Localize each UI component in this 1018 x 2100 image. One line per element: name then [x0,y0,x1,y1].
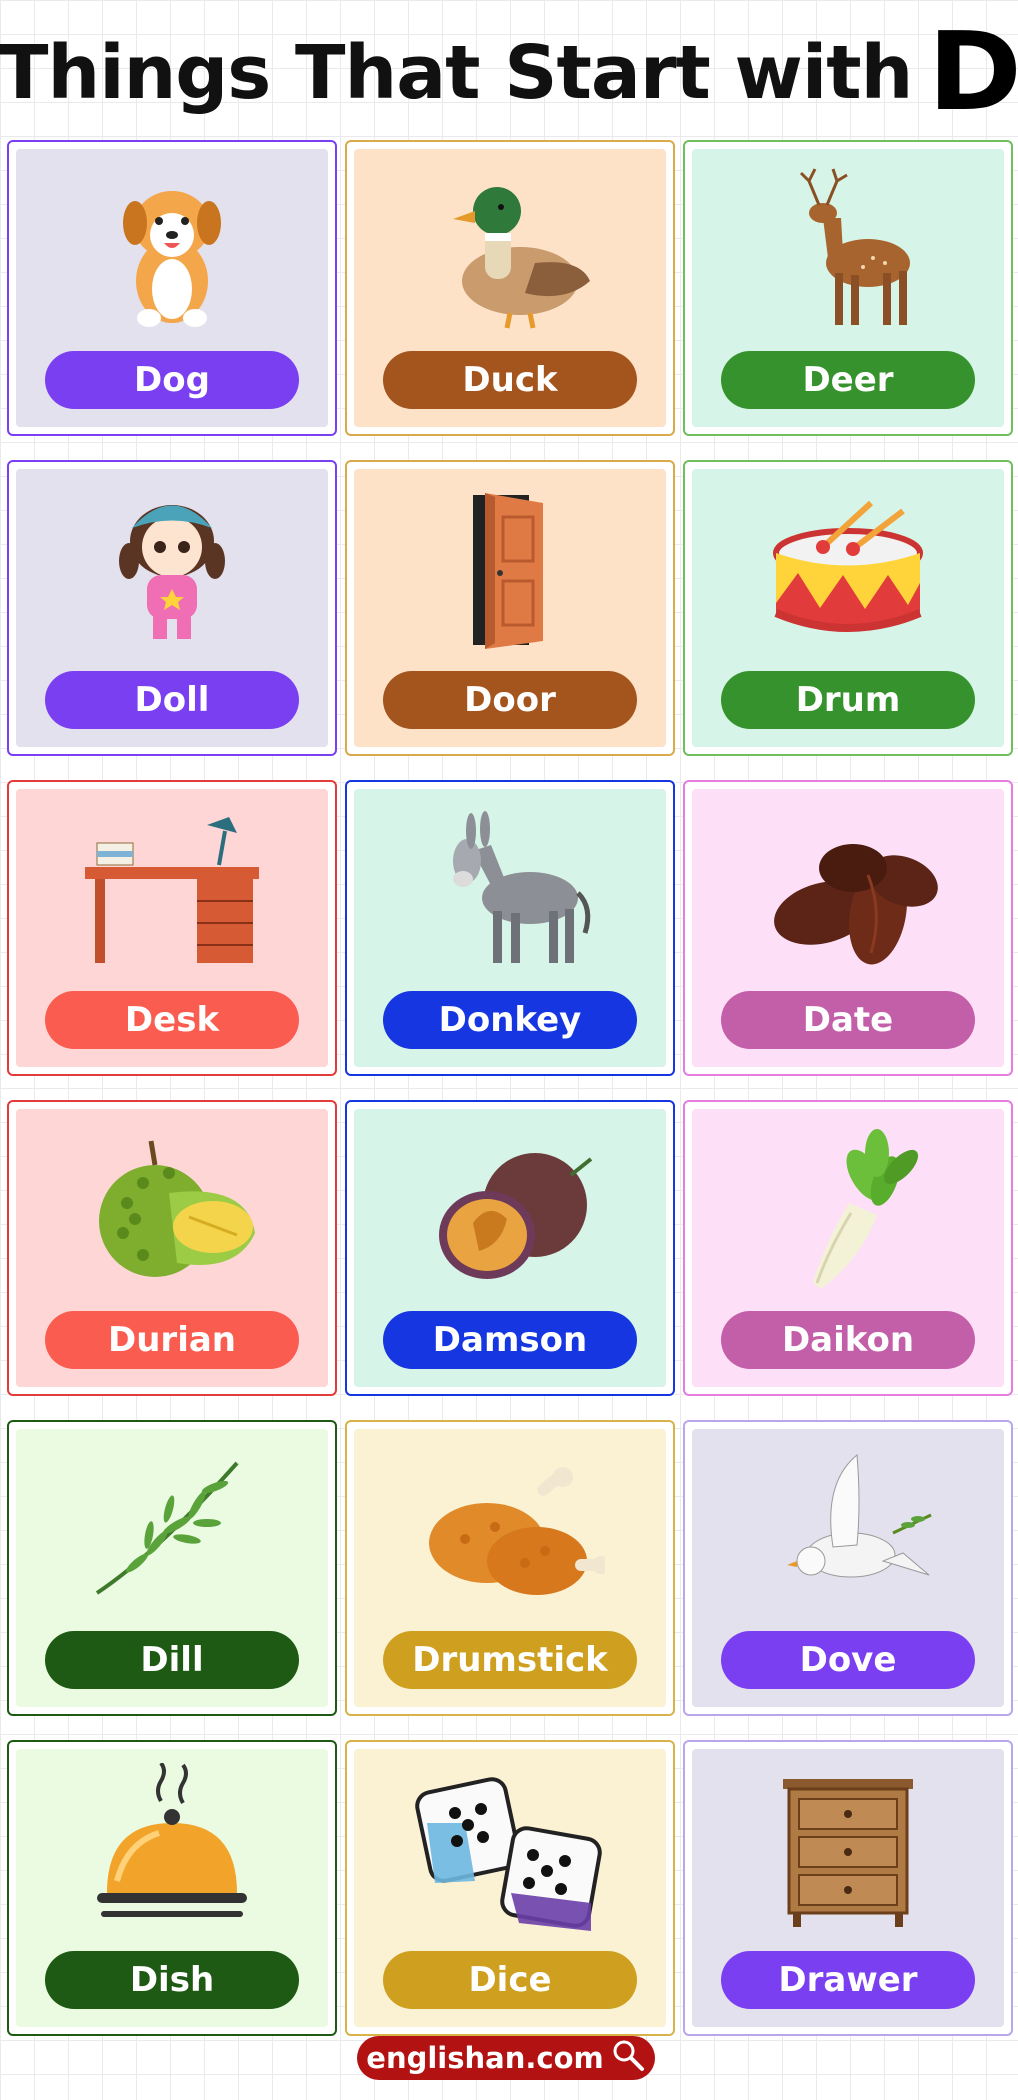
card-panel: Drawer [692,1749,1004,2027]
card-panel: Dice [354,1749,666,2027]
card-dish: Dish [7,1740,337,2036]
card-panel: Date [692,789,1004,1067]
card-damson: Damson [345,1100,675,1396]
word-label: Durian [45,1311,299,1369]
card-date: Date [683,780,1013,1076]
duck-icon [415,163,605,331]
date-icon [753,803,943,971]
card-donkey: Donkey [345,780,675,1076]
footer-badge[interactable]: englishan.com [357,2036,655,2080]
daikon-icon [753,1123,943,1291]
card-panel: Deer [692,149,1004,427]
word-label: Duck [383,351,637,409]
card-panel: Dog [16,149,328,427]
title-letter: D [928,10,1018,135]
word-label: Doll [45,671,299,729]
durian-icon [77,1123,267,1291]
word-label: Dill [45,1631,299,1689]
card-dove: Dove [683,1420,1013,1716]
drum-icon [753,483,943,651]
desk-icon [77,803,267,971]
word-label: Dice [383,1951,637,2009]
dove-icon [753,1443,943,1611]
card-duck: Duck [345,140,675,436]
card-panel: Daikon [692,1109,1004,1387]
word-label: Drawer [721,1951,975,2009]
page-title: Things That Start with D [0,18,1018,128]
card-panel: Dill [16,1429,328,1707]
dill-icon [77,1443,267,1611]
dog-icon [77,163,267,331]
card-panel: Doll [16,469,328,747]
card-panel: Donkey [354,789,666,1067]
drumstick-icon [415,1443,605,1611]
dish-icon [77,1763,267,1931]
card-door: Door [345,460,675,756]
word-label: Door [383,671,637,729]
card-drawer: Drawer [683,1740,1013,2036]
drawer-icon [753,1763,943,1931]
word-label: Daikon [721,1311,975,1369]
word-label: Date [721,991,975,1049]
door-icon [415,483,605,651]
card-doll: Doll [7,460,337,756]
word-label: Damson [383,1311,637,1369]
card-daikon: Daikon [683,1100,1013,1396]
card-panel: Desk [16,789,328,1067]
card-drumstick: Drumstick [345,1420,675,1716]
title-text: Things That Start with [0,30,913,116]
card-panel: Damson [354,1109,666,1387]
card-panel: Drum [692,469,1004,747]
damson-icon [415,1123,605,1291]
card-durian: Durian [7,1100,337,1396]
donkey-icon [415,803,605,971]
card-dice: Dice [345,1740,675,2036]
word-label: Drum [721,671,975,729]
card-panel: Durian [16,1109,328,1387]
word-label: Desk [45,991,299,1049]
deer-icon [753,163,943,331]
word-label: Dish [45,1951,299,2009]
doll-icon [77,483,267,651]
card-dill: Dill [7,1420,337,1716]
card-desk: Desk [7,780,337,1076]
card-dog: Dog [7,140,337,436]
word-grid: Dog Duck Deer Doll Door Drum Desk Donkey Date Dur… [7,140,1013,2036]
card-panel: Drumstick [354,1429,666,1707]
footer-text: englishan.com [366,2041,604,2075]
word-label: Donkey [383,991,637,1049]
card-panel: Door [354,469,666,747]
dice-icon [415,1763,605,1931]
card-panel: Dish [16,1749,328,2027]
card-panel: Duck [354,149,666,427]
word-label: Dove [721,1631,975,1689]
magnifier-icon [610,2037,646,2080]
card-deer: Deer [683,140,1013,436]
word-label: Drumstick [383,1631,637,1689]
word-label: Dog [45,351,299,409]
word-label: Deer [721,351,975,409]
card-drum: Drum [683,460,1013,756]
card-panel: Dove [692,1429,1004,1707]
